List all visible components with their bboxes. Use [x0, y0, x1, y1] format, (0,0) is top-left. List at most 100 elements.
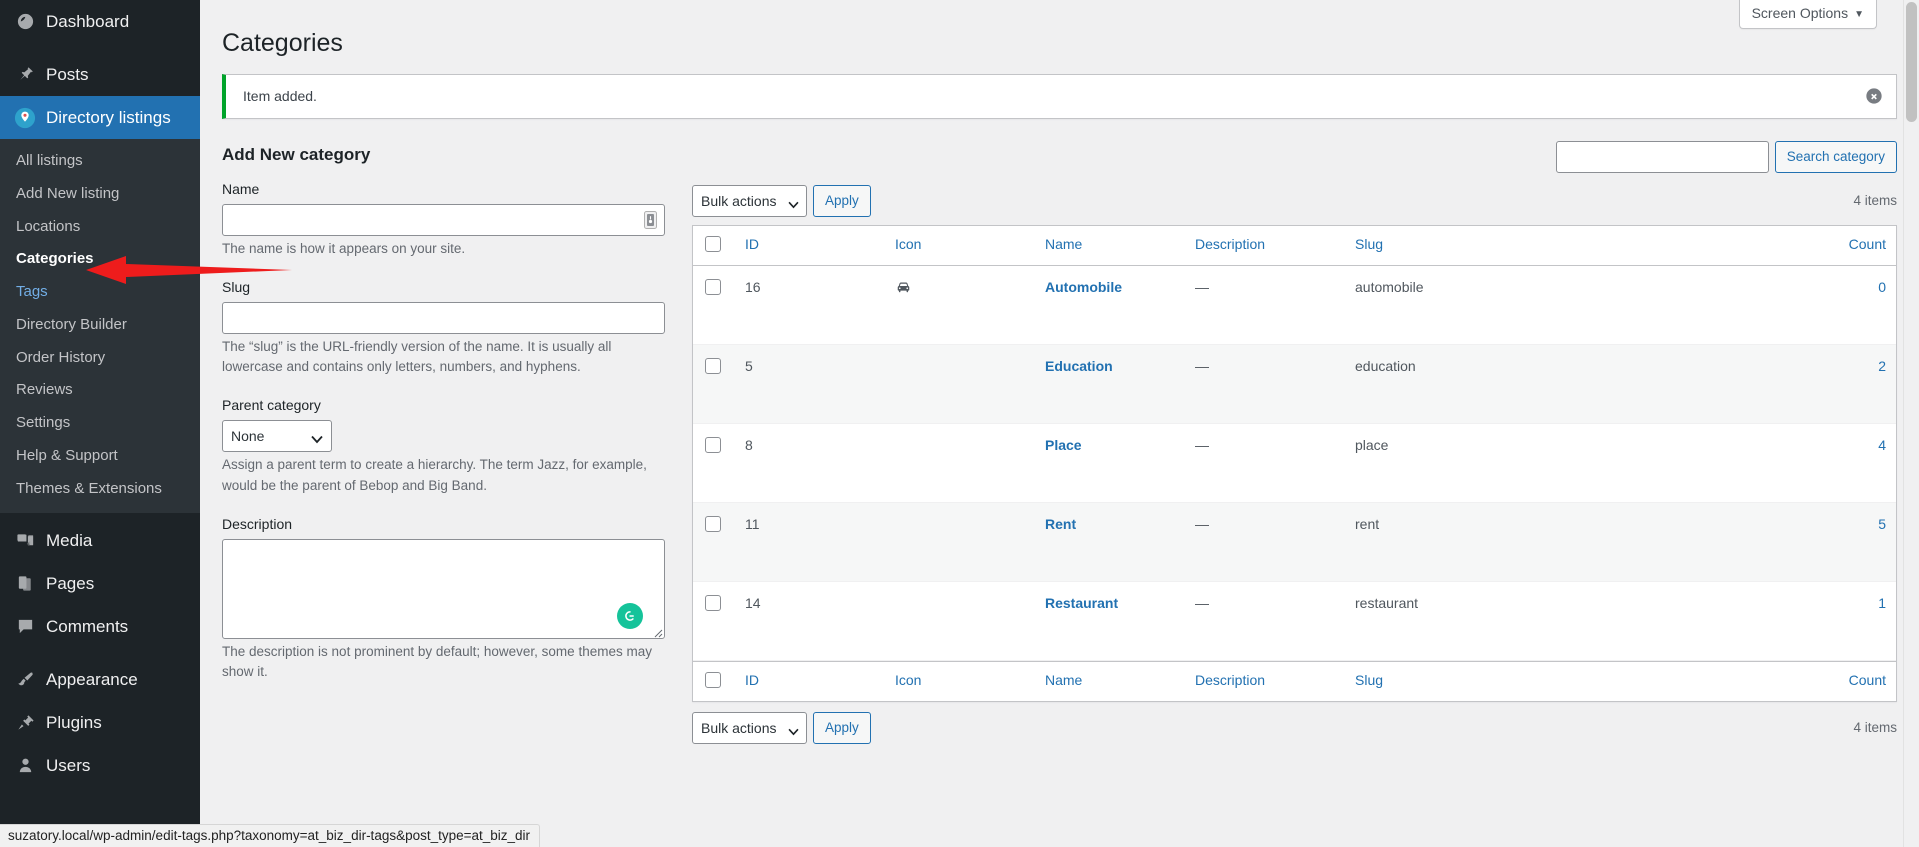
- screen-options-button[interactable]: Screen Options ▼: [1738, 0, 1877, 29]
- sidebar-item-media[interactable]: Media: [0, 519, 200, 562]
- column-footer-id[interactable]: ID: [735, 660, 885, 701]
- column-header-slug[interactable]: Slug: [1345, 226, 1786, 266]
- column-footer-slug[interactable]: Slug: [1345, 660, 1786, 701]
- cell-count: 0: [1786, 266, 1896, 345]
- count-link[interactable]: 0: [1878, 279, 1886, 295]
- cell-icon: [885, 582, 1035, 661]
- sidebar-item-all-listings[interactable]: All listings: [0, 145, 200, 178]
- column-footer-name[interactable]: Name: [1035, 660, 1185, 701]
- column-label: Description: [1195, 235, 1266, 252]
- pages-icon: [12, 574, 38, 593]
- password-manager-icon[interactable]: [644, 210, 657, 229]
- form-heading: Add New category: [222, 144, 371, 164]
- resize-handle[interactable]: [651, 625, 663, 638]
- table-row: 16 Automobile — automobile 0: [693, 266, 1896, 345]
- sidebar-item-reviews[interactable]: Reviews: [0, 374, 200, 407]
- select-all-checkbox-footer[interactable]: [705, 671, 721, 688]
- sidebar-item-settings[interactable]: Settings: [0, 407, 200, 440]
- row-select-cell: [693, 582, 735, 661]
- name-input[interactable]: [222, 203, 665, 236]
- table-row: 11 Rent — rent 5: [693, 502, 1896, 582]
- cell-id: 16: [735, 266, 885, 345]
- slug-input[interactable]: [222, 301, 665, 334]
- name-label: Name: [222, 180, 260, 197]
- sidebar-submenu-directory-listings: All listings Add New listing Locations C…: [0, 139, 200, 514]
- sidebar-item-directory-listings[interactable]: Directory listings: [0, 96, 208, 139]
- row-checkbox[interactable]: [705, 436, 721, 453]
- category-name-link[interactable]: Education: [1045, 358, 1113, 374]
- table-foot: ID Icon Name Description Slug Count: [693, 660, 1896, 701]
- sidebar-item-label: Pages: [46, 574, 95, 594]
- pin-icon: [12, 65, 38, 84]
- grammarly-icon[interactable]: [617, 602, 643, 629]
- category-name-link[interactable]: Place: [1045, 437, 1082, 453]
- slug-help-text: The “slug” is the URL-friendly version o…: [222, 338, 612, 374]
- description-textarea[interactable]: [222, 538, 665, 639]
- sidebar-item-locations[interactable]: Locations: [0, 211, 200, 244]
- count-link[interactable]: 2: [1878, 358, 1886, 374]
- notice-message: Item added.: [243, 88, 317, 104]
- column-footer-icon[interactable]: Icon: [885, 660, 1035, 701]
- column-label: Description: [1195, 671, 1266, 688]
- sidebar-item-pages[interactable]: Pages: [0, 562, 200, 605]
- column-header-description[interactable]: Description: [1185, 226, 1345, 266]
- close-icon[interactable]: [1864, 86, 1884, 106]
- cell-icon: [885, 424, 1035, 503]
- column-label: Slug: [1355, 671, 1384, 688]
- count-link[interactable]: 4: [1878, 437, 1886, 453]
- admin-sidebar: Dashboard Posts Directory listings All l…: [0, 0, 292, 847]
- select-all-checkbox[interactable]: [705, 235, 721, 252]
- row-select-cell: [693, 424, 735, 503]
- column-header-icon[interactable]: Icon: [885, 226, 1035, 266]
- select-all-footer: [693, 660, 735, 701]
- column-header-name[interactable]: Name: [1035, 226, 1185, 266]
- cell-slug: automobile: [1345, 266, 1786, 345]
- category-name-link[interactable]: Automobile: [1045, 279, 1122, 295]
- apply-button-top[interactable]: Apply: [813, 184, 871, 217]
- sidebar-item-appearance[interactable]: Appearance: [0, 658, 200, 701]
- sidebar-item-themes-extensions[interactable]: Themes & Extensions: [0, 473, 200, 506]
- row-select-cell: [693, 344, 735, 424]
- cell-id: 8: [735, 424, 885, 503]
- category-name-link[interactable]: Restaurant: [1045, 595, 1118, 611]
- search-category-button[interactable]: Search category: [1774, 140, 1897, 173]
- sidebar-item-order-history[interactable]: Order History: [0, 342, 200, 375]
- add-new-category-form: Add New category Name The name is how it…: [222, 135, 692, 752]
- cell-slug: rent: [1345, 502, 1786, 582]
- sidebar-item-tags[interactable]: Tags: [0, 276, 200, 309]
- search-box: Search category: [692, 140, 1897, 173]
- comments-icon: [12, 617, 38, 636]
- column-header-id[interactable]: ID: [735, 226, 885, 266]
- count-link[interactable]: 5: [1878, 516, 1886, 532]
- page-scrollbar[interactable]: [1903, 0, 1919, 847]
- cell-description: —: [1185, 344, 1345, 424]
- apply-button-bottom[interactable]: Apply: [813, 711, 871, 744]
- sidebar-item-help-support[interactable]: Help & Support: [0, 440, 200, 473]
- row-checkbox[interactable]: [705, 278, 721, 295]
- parent-category-select[interactable]: None: [222, 420, 332, 453]
- cell-name: Place: [1035, 424, 1185, 503]
- column-footer-count[interactable]: Count: [1786, 660, 1896, 701]
- bulk-actions-select-bottom[interactable]: Bulk actions: [692, 711, 807, 744]
- sidebar-item-directory-builder[interactable]: Directory Builder: [0, 309, 200, 342]
- slug-label: Slug: [222, 278, 251, 295]
- sidebar-item-posts[interactable]: Posts: [0, 53, 200, 96]
- sidebar-item-label: Directory listings: [46, 108, 171, 127]
- sidebar-item-categories[interactable]: Categories: [0, 243, 200, 276]
- column-label: Name: [1045, 671, 1083, 688]
- category-name-link[interactable]: Rent: [1045, 516, 1076, 532]
- sidebar-item-comments[interactable]: Comments: [0, 605, 200, 648]
- row-checkbox[interactable]: [705, 515, 721, 532]
- column-footer-description[interactable]: Description: [1185, 660, 1345, 701]
- search-input[interactable]: [1555, 140, 1769, 173]
- row-checkbox[interactable]: [705, 357, 721, 374]
- count-link[interactable]: 1: [1878, 595, 1886, 611]
- sidebar-item-plugins[interactable]: Plugins: [0, 701, 200, 744]
- sidebar-item-add-new-listing[interactable]: Add New listing: [0, 178, 200, 211]
- column-header-count[interactable]: Count: [1786, 226, 1896, 266]
- row-checkbox[interactable]: [705, 594, 721, 611]
- bulk-actions-select-top[interactable]: Bulk actions: [692, 184, 807, 217]
- scrollbar-thumb[interactable]: [1906, 2, 1917, 122]
- sidebar-item-users[interactable]: Users: [0, 744, 200, 787]
- sidebar-item-dashboard[interactable]: Dashboard: [0, 0, 200, 43]
